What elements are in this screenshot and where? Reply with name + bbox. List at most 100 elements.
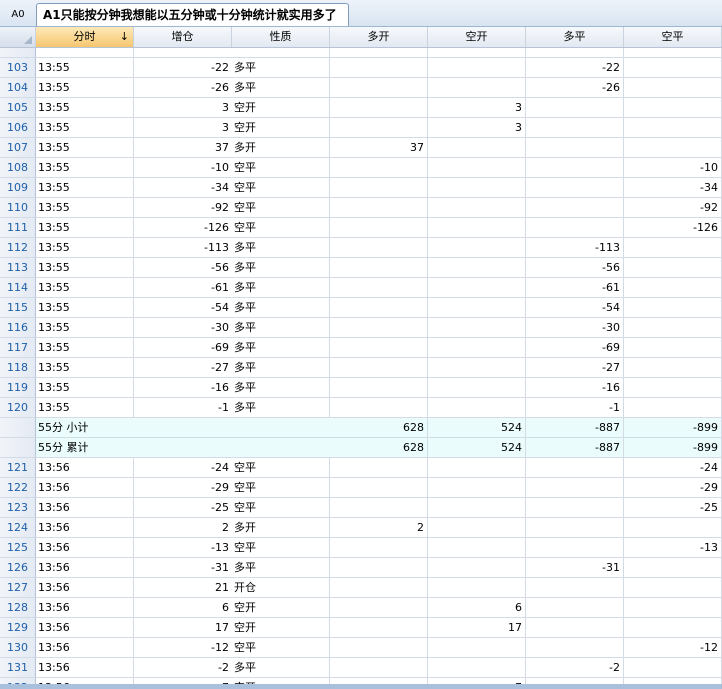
- cell-close-short[interactable]: -899: [624, 438, 722, 458]
- cell-close-short[interactable]: [624, 58, 722, 78]
- cell-close-long[interactable]: [526, 518, 624, 538]
- cell-close-short[interactable]: [624, 378, 722, 398]
- cell-open-long[interactable]: [330, 78, 428, 98]
- row-number[interactable]: 126: [0, 558, 36, 578]
- cell-nature[interactable]: 多开: [232, 138, 330, 158]
- cell-open-short[interactable]: [428, 198, 526, 218]
- cell-time[interactable]: 13:55: [36, 238, 134, 258]
- cell-time[interactable]: 13:55: [36, 158, 134, 178]
- table-row[interactable]: 104 13:55 -26 多平 -26: [0, 78, 722, 98]
- table-row[interactable]: 125 13:56 -13 空平 -13: [0, 538, 722, 558]
- table-row[interactable]: 106 13:55 3 空开 3: [0, 118, 722, 138]
- cell-time[interactable]: 13:56: [36, 598, 134, 618]
- cell-nature[interactable]: 多平: [232, 358, 330, 378]
- cell-open-long[interactable]: [330, 118, 428, 138]
- cell-nature[interactable]: 多平: [232, 298, 330, 318]
- row-number[interactable]: 130: [0, 638, 36, 658]
- cell-close-short[interactable]: [624, 78, 722, 98]
- cell-open-long[interactable]: [330, 358, 428, 378]
- cell-increase[interactable]: -12: [134, 638, 232, 658]
- table-row[interactable]: 115 13:55 -54 多平 -54: [0, 298, 722, 318]
- cell-close-short[interactable]: -126: [624, 218, 722, 238]
- cell-close-short[interactable]: -92: [624, 198, 722, 218]
- row-number[interactable]: [0, 48, 36, 58]
- cell-close-short[interactable]: [624, 238, 722, 258]
- header-close-long[interactable]: 多平: [526, 27, 624, 47]
- cell-close-long[interactable]: [526, 98, 624, 118]
- cell-open-long[interactable]: [330, 538, 428, 558]
- cell-open-long[interactable]: [330, 298, 428, 318]
- row-number[interactable]: 128: [0, 598, 36, 618]
- cell-close-short[interactable]: -10: [624, 158, 722, 178]
- cell-close-short[interactable]: -29: [624, 478, 722, 498]
- table-row[interactable]: 130 13:56 -12 空平 -12: [0, 638, 722, 658]
- cell-close-long[interactable]: -30: [526, 318, 624, 338]
- row-number[interactable]: 109: [0, 178, 36, 198]
- cell-time[interactable]: 13:55: [36, 198, 134, 218]
- row-number[interactable]: 131: [0, 658, 36, 678]
- row-number[interactable]: 120: [0, 398, 36, 418]
- cell-time[interactable]: [36, 48, 134, 58]
- cell-open-long[interactable]: [330, 318, 428, 338]
- cell-open-long[interactable]: [330, 598, 428, 618]
- cell-close-long[interactable]: [526, 178, 624, 198]
- cell-close-long[interactable]: -22: [526, 58, 624, 78]
- table-row[interactable]: 126 13:56 -31 多平 -31: [0, 558, 722, 578]
- cell-nature[interactable]: 多平: [232, 658, 330, 678]
- cell-increase[interactable]: -126: [134, 218, 232, 238]
- cell-nature[interactable]: 空开: [232, 598, 330, 618]
- cell-nature[interactable]: 多平: [232, 558, 330, 578]
- cell-time[interactable]: 13:56: [36, 498, 134, 518]
- cell-close-long[interactable]: [526, 618, 624, 638]
- cell-increase[interactable]: -13: [134, 538, 232, 558]
- cell-increase[interactable]: -16: [134, 378, 232, 398]
- cell-nature[interactable]: 多平: [232, 258, 330, 278]
- cell-open-long[interactable]: [330, 658, 428, 678]
- row-number[interactable]: 124: [0, 518, 36, 538]
- table-row[interactable]: 121 13:56 -24 空平 -24: [0, 458, 722, 478]
- table-row[interactable]: 124 13:56 2 多开 2: [0, 518, 722, 538]
- cell-open-long[interactable]: [330, 178, 428, 198]
- cell-close-long[interactable]: -54: [526, 298, 624, 318]
- cell-close-short[interactable]: [624, 278, 722, 298]
- cell-nature[interactable]: 空开: [232, 618, 330, 638]
- table-row[interactable]: 120 13:55 -1 多平 -1: [0, 398, 722, 418]
- cell-time[interactable]: 13:55: [36, 78, 134, 98]
- cell-time[interactable]: 13:55: [36, 278, 134, 298]
- cell-time[interactable]: 13:55: [36, 138, 134, 158]
- cell-nature[interactable]: 空平: [232, 198, 330, 218]
- cell-open-long[interactable]: [330, 198, 428, 218]
- header-nature[interactable]: 性质: [232, 27, 330, 47]
- cell-open-long[interactable]: [330, 278, 428, 298]
- cell-close-long[interactable]: -113: [526, 238, 624, 258]
- cell-open-short[interactable]: 524: [428, 418, 526, 438]
- cell-increase[interactable]: -31: [134, 558, 232, 578]
- cell-increase[interactable]: -69: [134, 338, 232, 358]
- cell-open-short[interactable]: [428, 498, 526, 518]
- cell-time[interactable]: 13:55: [36, 178, 134, 198]
- cell-nature[interactable]: 多开: [232, 518, 330, 538]
- cell-open-short[interactable]: [428, 338, 526, 358]
- cell-open-short[interactable]: [428, 218, 526, 238]
- cell-open-short[interactable]: 17: [428, 618, 526, 638]
- cell-close-short[interactable]: -34: [624, 178, 722, 198]
- cell-increase[interactable]: [134, 48, 232, 58]
- cell-time[interactable]: 13:55: [36, 58, 134, 78]
- cell-increase[interactable]: -29: [134, 478, 232, 498]
- header-time[interactable]: 分时 ↓: [36, 27, 134, 47]
- cell-close-short[interactable]: -24: [624, 458, 722, 478]
- cell-increase[interactable]: 3: [134, 118, 232, 138]
- cell-increase[interactable]: -10: [134, 158, 232, 178]
- cell-close-short[interactable]: [624, 48, 722, 58]
- cell-increase[interactable]: -2: [134, 658, 232, 678]
- table-row[interactable]: 127 13:56 21 开仓: [0, 578, 722, 598]
- row-number[interactable]: 105: [0, 98, 36, 118]
- cell-open-long[interactable]: [330, 48, 428, 58]
- cell-open-long[interactable]: [330, 558, 428, 578]
- cell-open-short[interactable]: [428, 138, 526, 158]
- cell-time[interactable]: 13:55: [36, 358, 134, 378]
- cell-open-long[interactable]: [330, 478, 428, 498]
- cell-close-short[interactable]: [624, 598, 722, 618]
- cell-close-long[interactable]: -56: [526, 258, 624, 278]
- cell-close-short[interactable]: [624, 98, 722, 118]
